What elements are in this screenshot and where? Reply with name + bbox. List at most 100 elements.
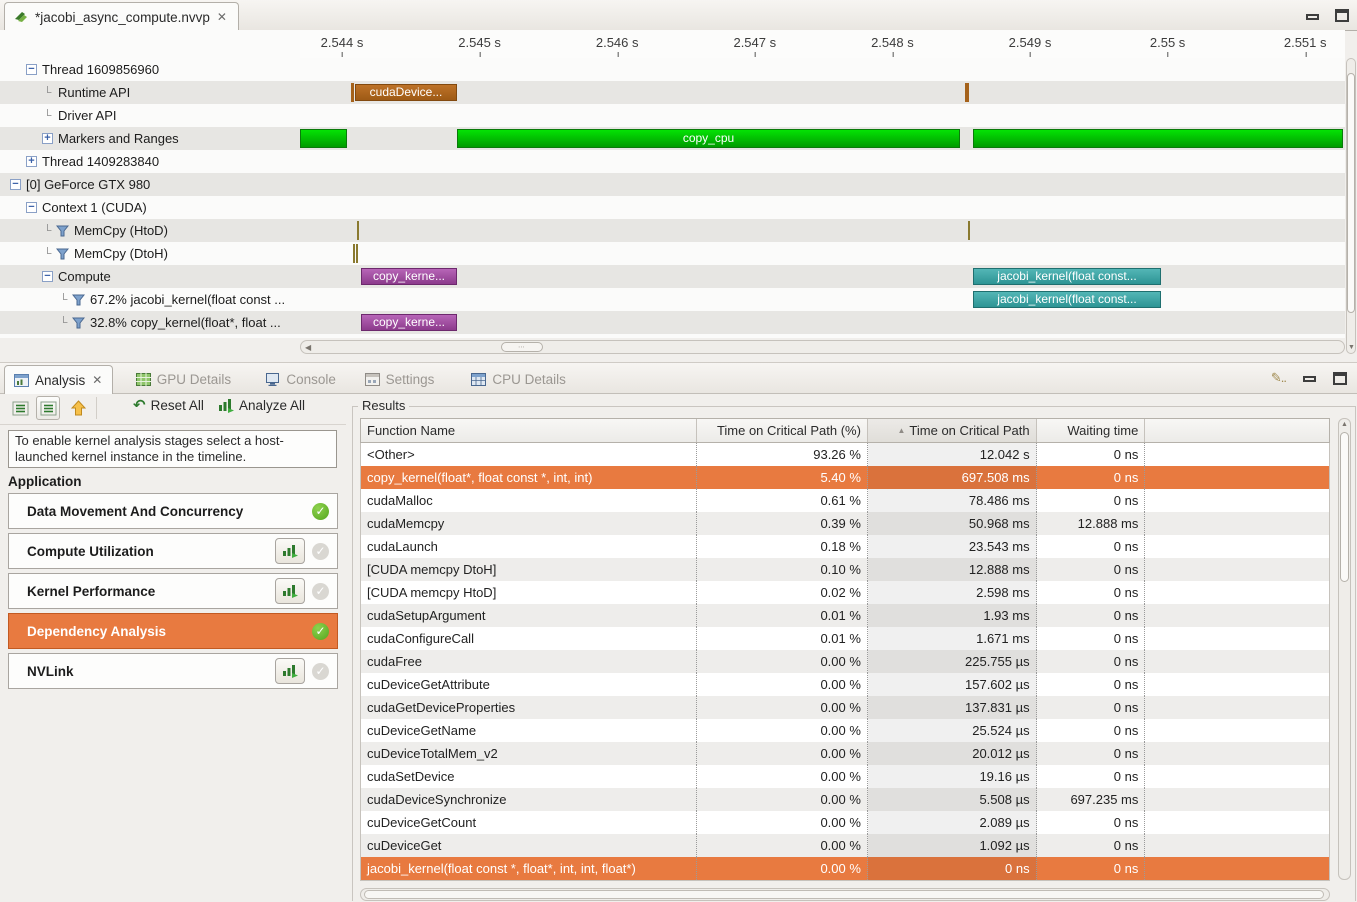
table-row[interactable]: cudaSetupArgument0.01 %1.93 ms0 ns: [361, 604, 1329, 627]
timeline-horizontal-scrollbar[interactable]: ◀ ⋯: [300, 340, 1345, 354]
reset-all-button[interactable]: ↶ Reset All: [133, 398, 204, 413]
timeline-event-tick[interactable]: [351, 83, 354, 102]
timeline-event-tick[interactable]: [968, 221, 970, 240]
timeline-event-tick[interactable]: [353, 244, 355, 263]
table-row[interactable]: cudaMalloc0.61 %78.486 ms0 ns: [361, 489, 1329, 512]
collapse-icon[interactable]: −: [26, 202, 37, 213]
column-header-time-on-critical-path[interactable]: ▲Time on Critical Path: [868, 419, 1037, 442]
timeline-vertical-scrollbar[interactable]: ▼: [1346, 58, 1356, 354]
table-row[interactable]: cudaFree0.00 %225.755 µs0 ns: [361, 650, 1329, 673]
timeline-event-tick[interactable]: [965, 83, 969, 102]
timeline-tree-row[interactable]: └MemCpy (DtoH): [0, 242, 300, 265]
tab-console[interactable]: Console: [256, 365, 345, 393]
expand-icon[interactable]: +: [26, 156, 37, 167]
timeline-vscroll-thumb[interactable]: [1347, 73, 1355, 313]
results-vscroll-thumb[interactable]: [1340, 432, 1349, 582]
show-guided-analysis-button[interactable]: [36, 396, 60, 420]
results-horizontal-scrollbar[interactable]: [360, 888, 1330, 901]
table-row[interactable]: cuDeviceGet0.00 %1.092 µs0 ns: [361, 834, 1329, 857]
table-row[interactable]: [CUDA memcpy DtoH]0.10 %12.888 ms0 ns: [361, 558, 1329, 581]
timeline-tree-row[interactable]: └32.8% copy_kernel(float*, float ...: [0, 311, 300, 334]
maximize-icon[interactable]: [1335, 9, 1349, 22]
timeline-tree-row[interactable]: +Markers and Ranges: [0, 127, 300, 150]
timeline-hscroll-thumb[interactable]: ⋯: [501, 342, 543, 352]
run-analysis-button[interactable]: [275, 538, 305, 564]
scroll-up-icon[interactable]: ▲: [1341, 421, 1348, 428]
stage-data-movement-and-concurrency[interactable]: Data Movement And Concurrency✓: [8, 493, 338, 529]
expand-icon[interactable]: +: [42, 133, 53, 144]
timeline-tree-row[interactable]: +Thread 1409283840: [0, 150, 300, 173]
timeline-interval-bar[interactable]: copy_kerne...: [361, 314, 457, 331]
table-row[interactable]: cudaConfigureCall0.01 %1.671 ms0 ns: [361, 627, 1329, 650]
column-header-waiting-time[interactable]: Waiting time: [1037, 419, 1146, 442]
editor-tab-timeline[interactable]: *jacobi_async_compute.nvvp ✕: [4, 2, 239, 31]
tab-close-icon[interactable]: ✕: [91, 373, 103, 387]
table-row[interactable]: copy_kernel(float*, float const *, int, …: [361, 466, 1329, 489]
collapse-icon[interactable]: −: [26, 64, 37, 75]
editor-tab-close-icon[interactable]: ✕: [216, 10, 228, 24]
back-up-arrow-icon[interactable]: [66, 396, 90, 420]
timeline-interval-bar[interactable]: [300, 129, 347, 148]
table-row[interactable]: jacobi_kernel(float const *, float*, int…: [361, 857, 1329, 880]
timeline-tree-row[interactable]: −Thread 1609856960: [0, 58, 300, 81]
timeline-interval-bar[interactable]: copy_kerne...: [361, 268, 457, 285]
results-vertical-scrollbar[interactable]: ▲: [1338, 418, 1351, 880]
table-row[interactable]: cudaLaunch0.18 %23.543 ms0 ns: [361, 535, 1329, 558]
minimize-icon[interactable]: [1306, 14, 1319, 20]
timeline-tree-row[interactable]: └Runtime API: [0, 81, 300, 104]
timeline-tree-row[interactable]: └Driver API: [0, 104, 300, 127]
timeline-tree-row[interactable]: −Compute: [0, 265, 300, 288]
stage-compute-utilization[interactable]: Compute Utilization✓: [8, 533, 338, 569]
timeline-tree-row[interactable]: −[0] GeForce GTX 980: [0, 173, 300, 196]
scroll-left-icon[interactable]: ◀: [305, 343, 311, 352]
table-row[interactable]: <Other>93.26 %12.042 s0 ns: [361, 443, 1329, 466]
timeline-event-tick[interactable]: [357, 221, 359, 240]
run-analysis-button[interactable]: [275, 658, 305, 684]
table-row[interactable]: cudaSetDevice0.00 %19.16 µs0 ns: [361, 765, 1329, 788]
panel-maximize-icon[interactable]: [1333, 372, 1347, 385]
tab-settings[interactable]: Settings: [356, 365, 444, 393]
filter-icon[interactable]: [56, 248, 69, 260]
timeline-interval-bar[interactable]: jacobi_kernel(float const...: [973, 291, 1161, 308]
tab-analysis[interactable]: Analysis✕: [4, 365, 113, 394]
tab-cpu-details[interactable]: CPU Details: [462, 365, 575, 393]
column-header-empty[interactable]: [1145, 419, 1329, 442]
cell-value: 12.888 ms: [868, 558, 1037, 581]
timeline-interval-bar[interactable]: [973, 129, 1343, 148]
timeline-event-tick[interactable]: [356, 244, 358, 263]
timeline-interval-bar[interactable]: jacobi_kernel(float const...: [973, 268, 1161, 285]
stage-dependency-analysis[interactable]: Dependency Analysis✓: [8, 613, 338, 649]
table-row[interactable]: cudaDeviceSynchronize0.00 %5.508 µs697.2…: [361, 788, 1329, 811]
filter-icon[interactable]: [56, 225, 69, 237]
filter-icon[interactable]: [72, 317, 85, 329]
filter-icon[interactable]: [72, 294, 85, 306]
timeline-tree-row[interactable]: −Context 1 (CUDA): [0, 196, 300, 219]
collapse-icon[interactable]: −: [42, 271, 53, 282]
table-row[interactable]: cuDeviceGetCount0.00 %2.089 µs0 ns: [361, 811, 1329, 834]
timeline-row-label: Runtime API: [58, 85, 130, 100]
stage-nvlink[interactable]: NVLink✓: [8, 653, 338, 689]
tab-gpu-details[interactable]: GPU Details: [127, 365, 240, 393]
show-analysis-list-button[interactable]: [8, 396, 32, 420]
panel-minimize-icon[interactable]: [1303, 376, 1316, 382]
results-hscroll-thumb[interactable]: [364, 890, 1324, 899]
cell-value: 0.01 %: [697, 604, 868, 627]
table-row[interactable]: cuDeviceGetName0.00 %25.524 µs0 ns: [361, 719, 1329, 742]
table-row[interactable]: [CUDA memcpy HtoD]0.02 %2.598 ms0 ns: [361, 581, 1329, 604]
column-header-function-name[interactable]: Function Name: [361, 419, 697, 442]
run-analysis-button[interactable]: [275, 578, 305, 604]
analyze-all-button[interactable]: Analyze All: [218, 398, 305, 413]
table-row[interactable]: cudaMemcpy0.39 %50.968 ms12.888 ms: [361, 512, 1329, 535]
timeline-interval-bar[interactable]: cudaDevice...: [355, 84, 457, 101]
table-row[interactable]: cuDeviceGetAttribute0.00 %157.602 µs0 ns: [361, 673, 1329, 696]
timeline-tree-row[interactable]: └MemCpy (HtoD): [0, 219, 300, 242]
collapse-icon[interactable]: −: [10, 179, 21, 190]
view-menu-icon[interactable]: ✎..: [1271, 370, 1286, 386]
table-row[interactable]: cudaGetDeviceProperties0.00 %137.831 µs0…: [361, 696, 1329, 719]
table-row[interactable]: cuDeviceTotalMem_v20.00 %20.012 µs0 ns: [361, 742, 1329, 765]
column-header-time-on-critical-path-[interactable]: Time on Critical Path (%): [697, 419, 868, 442]
timeline-interval-bar[interactable]: copy_cpu: [457, 129, 960, 148]
stage-kernel-performance[interactable]: Kernel Performance✓: [8, 573, 338, 609]
scroll-down-icon[interactable]: ▼: [1348, 344, 1355, 351]
timeline-tree-row[interactable]: └67.2% jacobi_kernel(float const ...: [0, 288, 300, 311]
